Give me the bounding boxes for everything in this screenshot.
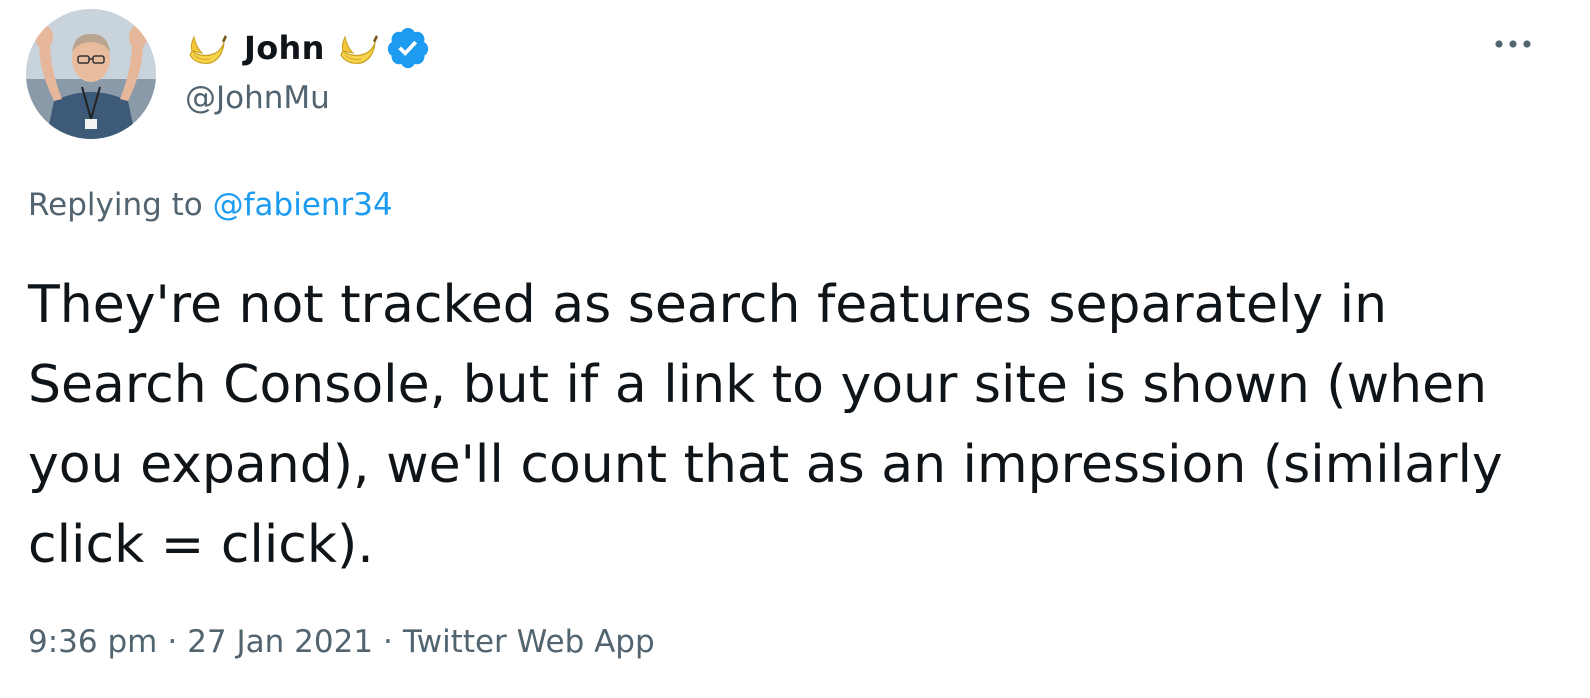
replying-to-label: Replying to (28, 187, 203, 223)
meta-separator: · (167, 624, 178, 660)
banana-icon (184, 25, 230, 71)
author-handle[interactable]: @JohnMu (185, 80, 330, 116)
tweet-text: They're not tracked as search features s… (28, 275, 1503, 575)
tweet-time-link[interactable]: 9:36 pm (28, 624, 157, 660)
reply-mention-link[interactable]: @fabienr34 (213, 187, 393, 223)
display-name[interactable]: John (244, 29, 325, 67)
verified-badge-icon (385, 25, 431, 71)
avatar[interactable] (26, 9, 156, 139)
banana-icon (335, 25, 381, 71)
author-name-row[interactable]: John (184, 22, 431, 74)
more-options-button[interactable] (1488, 24, 1538, 64)
more-horizontal-icon (1495, 40, 1531, 48)
tweet-card: John @JohnMu Replying to @fabienr34 They… (0, 0, 1590, 698)
tweet-date-link[interactable]: 27 Jan 2021 (187, 624, 373, 660)
meta-separator: · (383, 624, 393, 660)
replying-to-line: Replying to @fabienr34 (28, 187, 393, 223)
avatar-photo (26, 9, 156, 139)
tweet-metadata: 9:36 pm · 27 Jan 2021 · Twitter Web App (28, 624, 655, 660)
tweet-source-link[interactable]: Twitter Web App (403, 624, 655, 660)
